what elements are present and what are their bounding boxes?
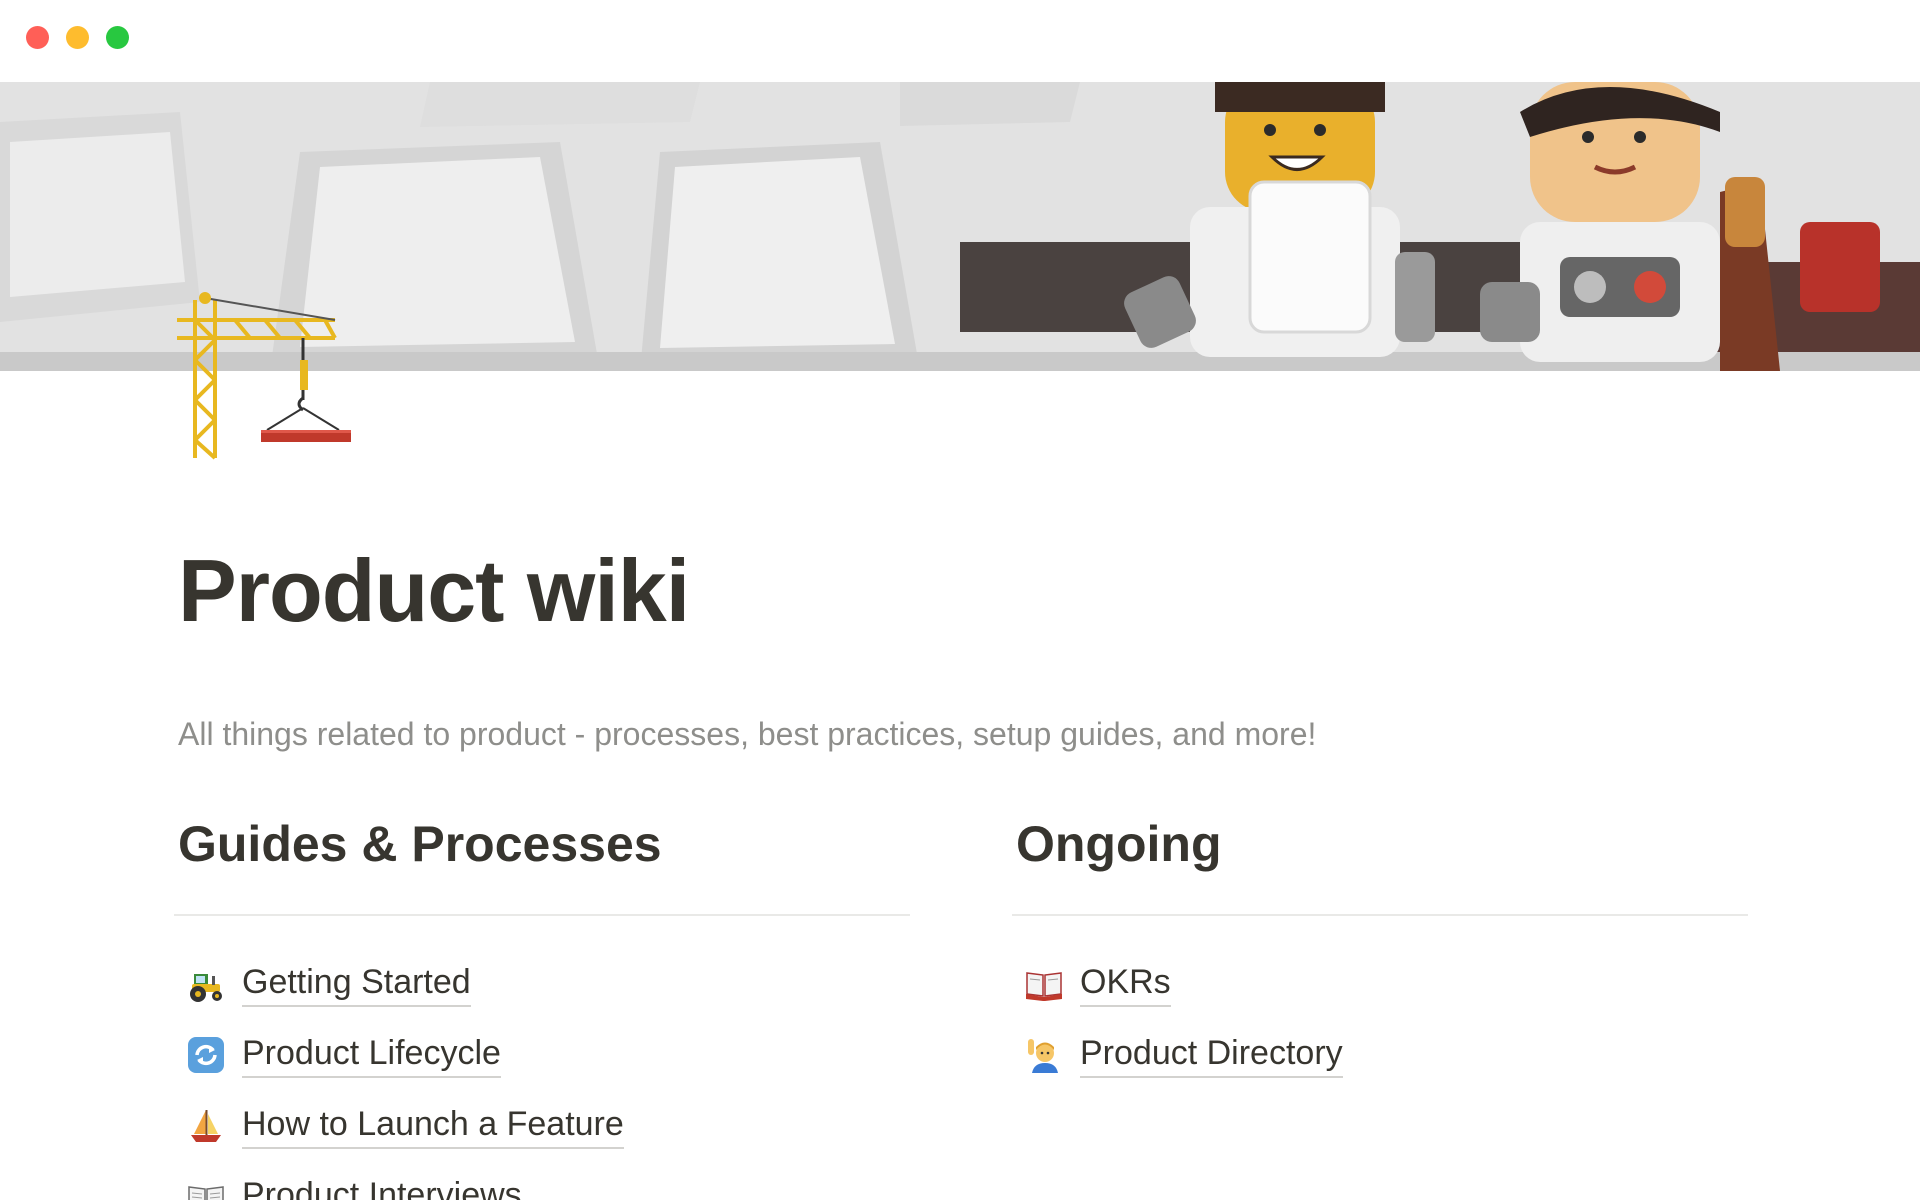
link-label[interactable]: Product Directory — [1080, 1032, 1343, 1078]
minimize-window-button[interactable] — [66, 26, 89, 49]
link-label[interactable]: How to Launch a Feature — [242, 1103, 624, 1149]
cycle-arrows-icon — [186, 1035, 226, 1075]
page-description[interactable]: All things related to product - processe… — [178, 716, 1316, 753]
page-link-product-directory[interactable]: Product Directory — [1012, 1019, 1748, 1090]
link-label[interactable]: OKRs — [1080, 961, 1171, 1007]
link-label[interactable]: Product Lifecycle — [242, 1032, 501, 1078]
page-title[interactable]: Product wiki — [178, 540, 690, 642]
person-raising-hand-icon — [1024, 1035, 1064, 1075]
page-link-how-to-launch-a-feature[interactable]: How to Launch a Feature — [174, 1090, 910, 1161]
close-window-button[interactable] — [26, 26, 49, 49]
link-label[interactable]: Product Interviews — [242, 1174, 522, 1200]
divider — [174, 914, 910, 916]
sailboat-icon — [186, 1106, 226, 1146]
page-link-product-interviews[interactable]: Product Interviews — [174, 1161, 910, 1200]
maximize-window-button[interactable] — [106, 26, 129, 49]
construction-crane-icon[interactable] — [175, 290, 355, 462]
open-book-icon — [186, 1177, 226, 1200]
ongoing-column: Ongoing OKRs Product Directory — [1012, 812, 1748, 1090]
page-link-okrs[interactable]: OKRs — [1012, 948, 1748, 1019]
app-window: Product wiki All things related to produ… — [0, 0, 1920, 1200]
red-book-icon — [1024, 964, 1064, 1004]
tractor-icon — [186, 964, 226, 1004]
guides-processes-heading: Guides & Processes — [178, 816, 662, 872]
guides-link-list: Getting Started Product Lifecycle How to… — [174, 948, 910, 1200]
page-link-product-lifecycle[interactable]: Product Lifecycle — [174, 1019, 910, 1090]
link-label[interactable]: Getting Started — [242, 961, 471, 1007]
ongoing-heading: Ongoing — [1016, 816, 1222, 872]
title-bar — [0, 0, 1920, 82]
divider — [1012, 914, 1748, 916]
page-link-getting-started[interactable]: Getting Started — [174, 948, 910, 1019]
ongoing-link-list: OKRs Product Directory — [1012, 948, 1748, 1090]
guides-processes-column: Guides & Processes Getting Started Produ… — [174, 812, 910, 1200]
